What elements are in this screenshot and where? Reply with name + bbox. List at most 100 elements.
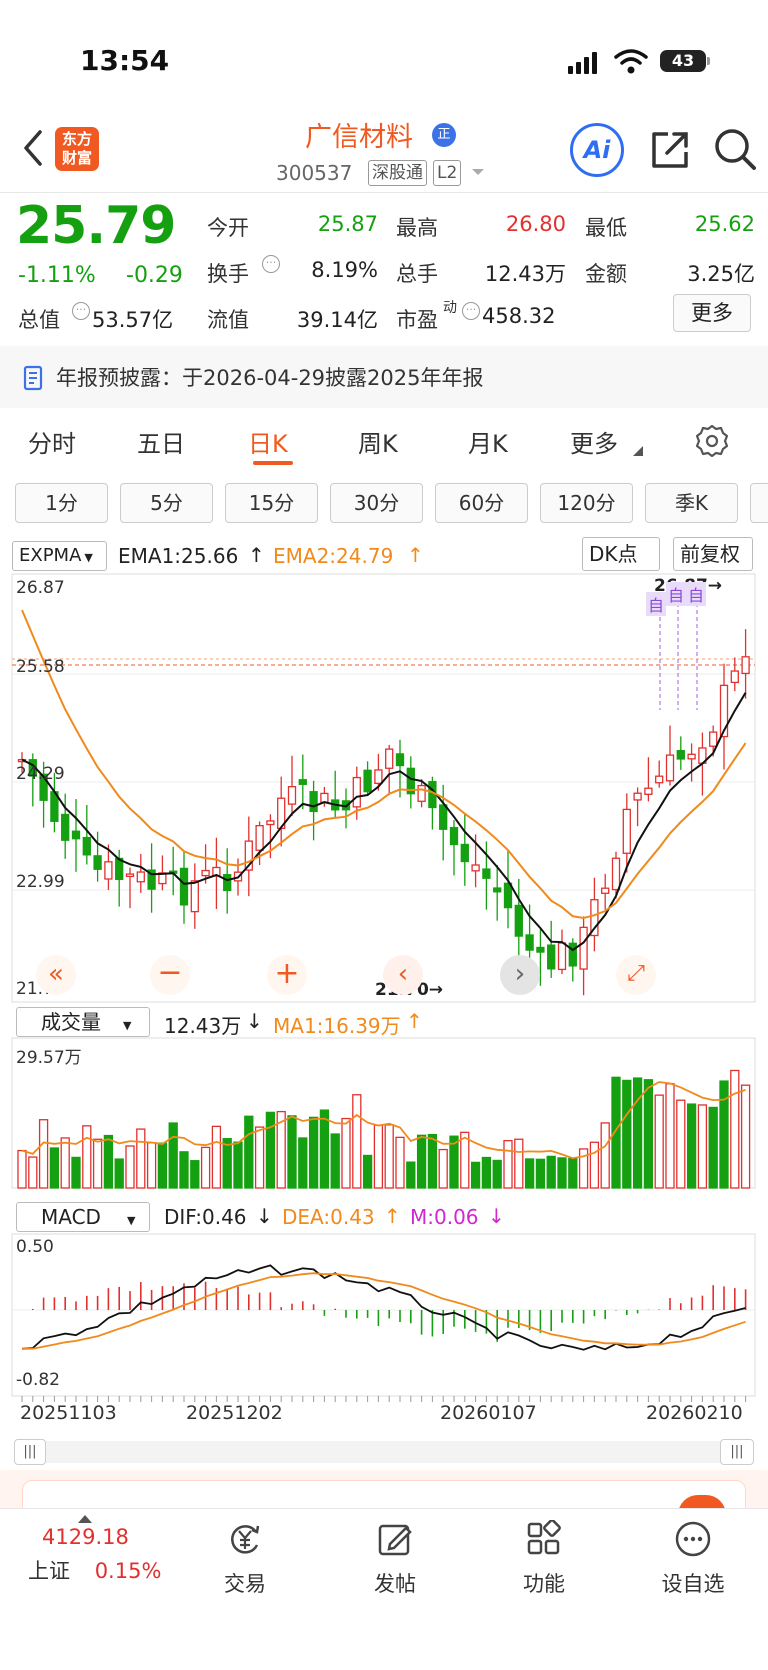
search-icon[interactable] (712, 126, 758, 172)
self-select-marker[interactable]: 自 (646, 592, 667, 616)
volume-bar (535, 1158, 546, 1189)
volume-ma1-arrow-icon: ↑ (406, 1009, 423, 1033)
candle-body (503, 882, 513, 909)
nav-trade[interactable]: 交易 (195, 1520, 295, 1598)
zoom-out-button[interactable]: − (150, 955, 190, 995)
candle-body (741, 656, 750, 675)
back-icon[interactable] (16, 126, 52, 170)
range-slider-left-handle[interactable]: ||| (14, 1439, 46, 1465)
volume-bar (514, 1138, 524, 1189)
candle-body (514, 904, 523, 937)
dea-arrow-icon: ↑ (384, 1204, 401, 1228)
scroll-left-fast-button[interactable]: « (36, 955, 76, 995)
more-button[interactable]: 更多 (673, 294, 751, 332)
volume-axis-top: 29.57万 (16, 1048, 82, 1068)
interval-60min[interactable]: 60分 (435, 483, 528, 523)
candle-body (223, 874, 232, 892)
settings-icon[interactable] (695, 424, 729, 458)
volume-bar (654, 1094, 664, 1189)
interval-5min[interactable]: 5分 (120, 483, 213, 523)
candle-body (179, 867, 189, 906)
tab-more[interactable]: 更多 (570, 424, 618, 459)
info-icon[interactable]: ··· (462, 302, 480, 320)
turnover-value: 8.19% (311, 258, 378, 282)
range-slider-right-handle[interactable]: ||| (720, 1439, 754, 1465)
candle-body (298, 779, 307, 785)
volume-bar (146, 1142, 157, 1189)
volume-bar (503, 1140, 513, 1189)
candle-body (709, 731, 718, 747)
price-axis-label: 24.29 (16, 764, 65, 784)
interval-1min[interactable]: 1分 (15, 483, 108, 523)
volume-bar (643, 1079, 654, 1189)
interval-15min[interactable]: 15分 (225, 483, 318, 523)
volume-bar (114, 1158, 124, 1189)
volume-bar (298, 1137, 308, 1189)
chevron-down-icon[interactable] (470, 166, 486, 178)
float-value: 39.14亿 (296, 308, 378, 332)
indicator-select-expma[interactable]: EXPMA ▼ (12, 541, 107, 571)
candle-body (525, 934, 534, 951)
volume-bar (600, 1122, 610, 1189)
volume-bar (200, 1146, 211, 1189)
interval-30min[interactable]: 30分 (330, 483, 423, 523)
candle-body (676, 750, 685, 760)
volume-bar (341, 1117, 351, 1189)
candle-body (395, 753, 405, 767)
volume-bar (395, 1136, 405, 1189)
candle-body (633, 792, 642, 801)
self-select-marker[interactable]: 自 (686, 582, 707, 606)
volume-bar (157, 1142, 168, 1189)
share-icon[interactable] (648, 128, 692, 172)
volume-bar (103, 1134, 114, 1189)
volume-bar (730, 1069, 740, 1189)
candle-body (136, 871, 145, 883)
indicator-select-volume[interactable]: 成交量 ▼ (16, 1007, 150, 1037)
fullscreen-button[interactable]: ⤢ (616, 955, 656, 995)
volume-bar (362, 1154, 373, 1189)
candle-body (536, 946, 545, 953)
self-select-marker[interactable]: 自 (666, 582, 687, 606)
m-arrow-icon: ↓ (488, 1204, 505, 1228)
scroll-right-button[interactable]: › (500, 955, 540, 995)
zoom-in-button[interactable]: + (267, 955, 307, 995)
index-ticker[interactable]: 4129.18 上证 0.15% (22, 1515, 172, 1585)
volume-bar (49, 1147, 60, 1189)
candle-body (417, 784, 426, 802)
candle-body (493, 887, 502, 893)
tab-day-k[interactable]: 日K (248, 424, 288, 459)
mcap-value: 53.57亿 (92, 308, 174, 332)
adjust-button[interactable]: 前复权 (673, 537, 753, 571)
apps-icon (527, 1519, 561, 1555)
index-value: 4129.18 (42, 1525, 129, 1549)
range-slider-track[interactable] (14, 1441, 754, 1463)
candle-body (568, 942, 577, 967)
candle-body (93, 855, 102, 870)
dk-point-button[interactable]: DK点 (582, 537, 660, 571)
nav-watchlist[interactable]: 设自选 (643, 1520, 743, 1598)
ema2-value: EMA2:24.79 (273, 544, 394, 568)
date-label: 20260210 (646, 1402, 743, 1424)
volume-bar (481, 1156, 492, 1189)
info-icon[interactable]: ··· (72, 302, 90, 320)
dif-arrow-icon: ↓ (256, 1204, 273, 1228)
interval-120min[interactable]: 120分 (540, 483, 633, 523)
scroll-left-button[interactable]: ‹ (383, 955, 423, 995)
candle-body (644, 787, 653, 795)
volume-bar (60, 1137, 70, 1189)
nav-post[interactable]: 发帖 (345, 1520, 445, 1598)
tab-week-k[interactable]: 周K (358, 424, 398, 459)
info-icon[interactable]: ··· (262, 255, 280, 273)
interval-overflow[interactable] (750, 483, 768, 523)
volume-bar (470, 1161, 481, 1189)
tab-five-day[interactable]: 五日 (137, 424, 185, 459)
volume-bar (697, 1104, 708, 1189)
nav-function[interactable]: 功能 (494, 1519, 594, 1598)
interval-quarter-k[interactable]: 季K (645, 483, 738, 523)
indicator-select-macd[interactable]: MACD ▼ (16, 1202, 150, 1232)
tab-intraday[interactable]: 分时 (28, 424, 76, 459)
ai-button[interactable]: Ai (570, 123, 624, 177)
tab-active-indicator (253, 461, 293, 465)
volume-bar (28, 1156, 38, 1189)
tab-month-k[interactable]: 月K (468, 424, 508, 459)
